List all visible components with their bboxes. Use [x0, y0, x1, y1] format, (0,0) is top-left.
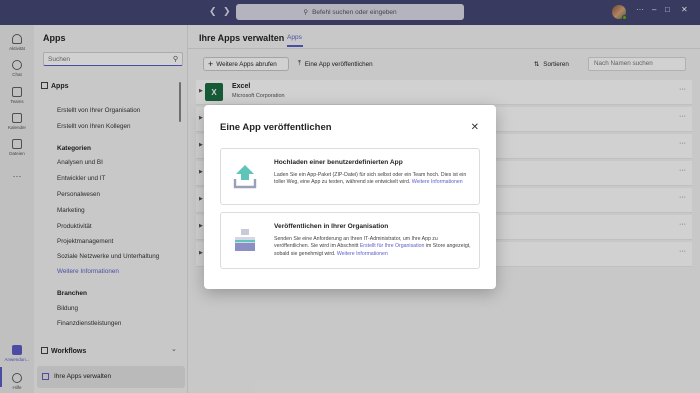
publish-app-dialog: Eine App veröffentlichen ✕ Hochladen ein… [204, 105, 496, 289]
learn-more-link[interactable]: Weitere Informationen [412, 179, 463, 185]
publish-to-org-card[interactable]: Veröffentlichen in Ihrer Organisation Se… [220, 212, 480, 269]
close-icon[interactable]: ✕ [471, 122, 479, 133]
card-title: Hochladen einer benutzerdefinierten App [274, 159, 403, 166]
org-section-link[interactable]: Erstellt für Ihre Organisation [360, 243, 425, 249]
card-description: Laden Sie ein App-Paket (ZIP-Datei) für … [274, 172, 467, 186]
upload-icon [233, 165, 257, 189]
learn-more-link[interactable]: Weitere Informationen [337, 251, 388, 257]
card-description: Senden Sie eine Anforderung an Ihren IT-… [274, 236, 471, 257]
organization-store-icon [235, 229, 255, 251]
dialog-title: Eine App veröffentlichen [220, 122, 332, 133]
upload-custom-app-card[interactable]: Hochladen einer benutzerdefinierten App … [220, 148, 480, 205]
card-title: Veröffentlichen in Ihrer Organisation [274, 223, 389, 230]
